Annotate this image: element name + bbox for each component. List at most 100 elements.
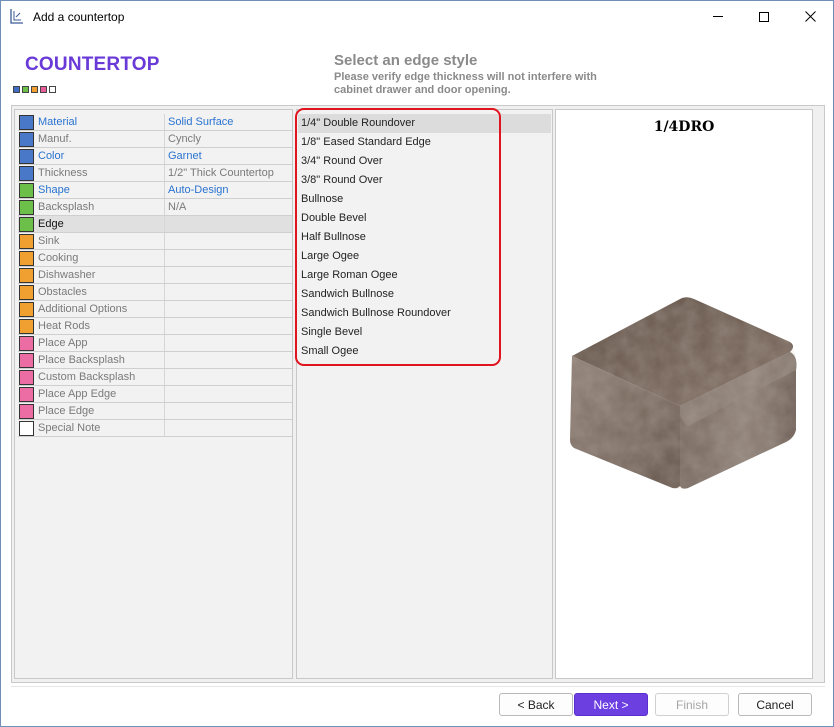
property-row[interactable]: Heat Rods	[18, 318, 292, 335]
property-row[interactable]: Place Backsplash	[18, 352, 292, 369]
edge-style-item[interactable]: Half Bullnose	[298, 228, 551, 247]
property-color-swatch	[19, 114, 34, 130]
property-row[interactable]: Thickness 1/2" Thick Countertop	[18, 165, 292, 182]
cancel-button[interactable]: Cancel	[738, 693, 812, 716]
edge-style-item[interactable]: 3/4" Round Over	[298, 152, 551, 171]
page-title: COUNTERTOP	[25, 54, 160, 75]
edge-style-item[interactable]: 1/8" Eased Standard Edge	[298, 133, 551, 152]
property-row[interactable]: Place App Edge	[18, 386, 292, 403]
edge-style-list[interactable]: 1/4" Double Roundover 1/8" Eased Standard…	[296, 109, 553, 679]
property-name: Manuf.	[34, 131, 165, 147]
property-color-swatch	[19, 165, 34, 181]
step-dot	[22, 86, 29, 93]
maximize-button[interactable]	[741, 1, 787, 32]
edge-style-item[interactable]: Large Ogee	[298, 247, 551, 266]
step-heading: Select an edge style	[334, 52, 478, 69]
property-value[interactable]: Solid Surface	[165, 114, 233, 130]
step-indicator	[13, 86, 56, 93]
maximize-icon	[759, 11, 769, 22]
property-color-swatch	[19, 403, 34, 419]
edge-style-item[interactable]: 1/4" Double Roundover	[298, 114, 551, 133]
property-name: Cooking	[34, 250, 165, 266]
property-color-swatch	[19, 420, 34, 436]
property-row[interactable]: Cooking	[18, 250, 292, 267]
property-row[interactable]: Special Note	[18, 420, 292, 437]
property-name: Special Note	[34, 420, 165, 436]
window-title: Add a countertop	[33, 10, 125, 24]
property-row[interactable]: Additional Options	[18, 301, 292, 318]
edge-preview-panel: 1/4DRO	[555, 109, 813, 679]
property-list[interactable]: Material Solid Surface Manuf. Cyncly Color Ga…	[14, 109, 293, 679]
property-value	[165, 301, 168, 317]
property-value	[165, 250, 168, 266]
close-button[interactable]	[787, 1, 833, 32]
property-value[interactable]: Auto-Design	[165, 182, 229, 198]
property-name[interactable]: Shape	[34, 182, 165, 198]
property-name: Sink	[34, 233, 165, 249]
property-row[interactable]: Color Garnet	[18, 148, 292, 165]
property-name: Thickness	[34, 165, 165, 181]
property-color-swatch	[19, 182, 34, 198]
property-value[interactable]: Garnet	[165, 148, 202, 164]
property-name[interactable]: Material	[34, 114, 165, 130]
property-value	[165, 403, 168, 419]
property-name: Custom Backsplash	[34, 369, 165, 385]
property-name: Dishwasher	[34, 267, 165, 283]
property-color-swatch	[19, 148, 34, 164]
property-value	[165, 369, 168, 385]
property-value: Cyncly	[168, 133, 202, 145]
edge-style-item[interactable]: Double Bevel	[298, 209, 551, 228]
edge-style-item[interactable]: Large Roman Ogee	[298, 266, 551, 285]
property-color-swatch	[19, 267, 34, 283]
property-row[interactable]: Place App	[18, 335, 292, 352]
property-color-swatch	[19, 199, 34, 215]
property-value	[165, 420, 168, 436]
edge-style-item[interactable]: Single Bevel	[298, 323, 551, 342]
property-name: Obstacles	[34, 284, 165, 300]
minimize-button[interactable]	[695, 1, 741, 32]
property-row[interactable]: Sink	[18, 233, 292, 250]
preview-title: 1/4DRO	[653, 119, 715, 135]
property-row[interactable]: Custom Backsplash	[18, 369, 292, 386]
property-name: Backsplash	[34, 199, 165, 215]
finish-button: Finish	[655, 693, 729, 716]
property-row[interactable]: Obstacles	[18, 284, 292, 301]
property-row[interactable]: Backsplash N/A	[18, 199, 292, 216]
property-color-swatch	[19, 318, 34, 334]
step-instructions: Please verify edge thickness will not in…	[334, 71, 597, 96]
property-row[interactable]: Manuf. Cyncly	[18, 131, 292, 148]
app-icon	[10, 9, 23, 24]
property-color-swatch	[19, 216, 34, 232]
back-button[interactable]: < Back	[499, 693, 573, 716]
property-color-swatch	[19, 335, 34, 351]
edge-style-item[interactable]: Sandwich Bullnose Roundover	[298, 304, 551, 323]
property-row[interactable]: Material Solid Surface	[18, 114, 292, 131]
step-dot	[31, 86, 38, 93]
property-color-swatch	[19, 233, 34, 249]
property-value	[165, 216, 168, 232]
edge-style-item[interactable]: 3/8" Round Over	[298, 171, 551, 190]
property-name: Place App Edge	[34, 386, 165, 402]
edge-style-item[interactable]: Sandwich Bullnose	[298, 285, 551, 304]
property-color-swatch	[19, 284, 34, 300]
property-name[interactable]: Color	[34, 148, 165, 164]
property-value	[165, 352, 168, 368]
property-value	[165, 267, 168, 283]
property-value	[165, 318, 168, 334]
next-button[interactable]: Next >	[574, 693, 648, 716]
countertop-edge-image	[570, 297, 797, 489]
property-row[interactable]: Shape Auto-Design	[18, 182, 292, 199]
property-color-swatch	[19, 352, 34, 368]
property-row[interactable]: Edge	[18, 216, 292, 233]
edge-style-item[interactable]: Small Ogee	[298, 342, 551, 361]
property-name: Edge	[34, 216, 165, 232]
property-name: Heat Rods	[34, 318, 165, 334]
footer-divider	[11, 686, 825, 687]
property-row[interactable]: Dishwasher	[18, 267, 292, 284]
property-value	[165, 233, 168, 249]
property-value	[165, 386, 168, 402]
title-bar[interactable]: Add a countertop	[1, 1, 833, 32]
property-row[interactable]: Place Edge	[18, 403, 292, 420]
property-color-swatch	[19, 301, 34, 317]
edge-style-item[interactable]: Bullnose	[298, 190, 551, 209]
